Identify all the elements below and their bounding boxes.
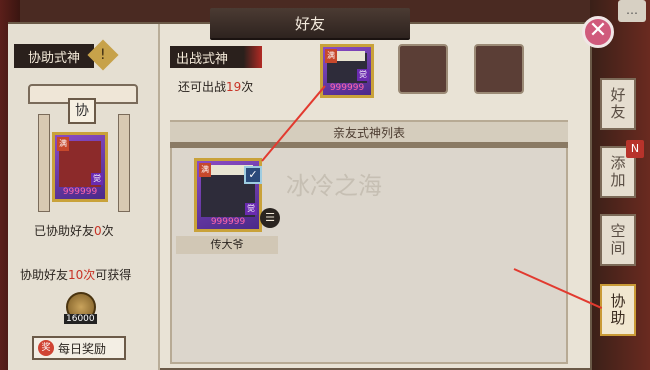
battle-shikigami-label: 出战式神 [170,46,262,68]
remaining-battles-text: 还可出战19次 [178,80,254,94]
awaken-badge: 觉 [245,203,257,215]
level-badge: 满 [325,49,337,63]
star-rating: 999999 [62,187,98,197]
reward-condition-text: 协助好友10次可获得 [20,268,132,282]
tab-assist[interactable]: 协助 [600,284,636,336]
star-rating: 999999 [329,83,365,93]
page-title: 好友 [210,8,410,40]
close-button[interactable]: ✕ [582,16,614,48]
daruma-icon: 奖 [38,340,54,356]
assisted-count-text: 已协助好友0次 [34,224,114,238]
tab-friends[interactable]: 好友 [600,78,636,130]
awaken-badge: 觉 [357,69,369,81]
shrine-pillar-left [38,114,50,212]
coin-amount: 16000 [64,314,97,324]
new-badge: N [626,140,644,158]
battle-slot-1-card[interactable]: 满 觉 999999 [320,44,374,98]
menu-icon[interactable]: ☰ [260,208,280,228]
level-badge: 满 [199,163,211,177]
shrine-sign: 协 [68,98,96,124]
selected-check-icon[interactable]: ✓ [244,166,262,184]
friend-shikigami-name: 传大爷 [176,236,278,254]
chat-bubble-icon[interactable]: … [618,0,646,22]
friend-shikigami-list-header: 亲友式神列表 [170,120,568,142]
assist-shikigami-card[interactable]: 满 觉 999999 [52,132,108,202]
daily-reward-label: 每日奖励 [58,341,107,356]
shrine-pillar-right [118,114,130,212]
awaken-badge: 觉 [91,173,103,185]
star-rating: 999999 [210,217,246,227]
watermark: 冰冷之海 [286,172,382,200]
assist-shikigami-title: 协助式神 [14,44,94,68]
battle-slot-3[interactable] [474,44,524,94]
battle-slot-2[interactable] [398,44,448,94]
daily-reward-button[interactable]: 奖 每日奖励 [32,336,126,360]
list-rail [170,142,568,148]
tab-space[interactable]: 空间 [600,214,636,266]
level-badge: 满 [57,137,69,151]
